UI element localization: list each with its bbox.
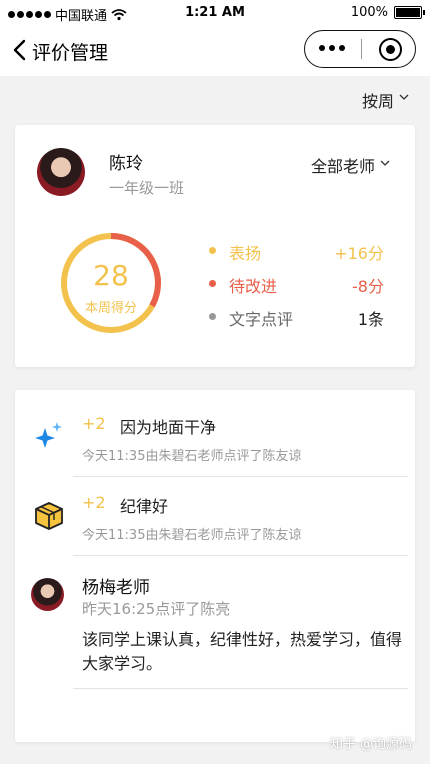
improve-dot [209, 280, 216, 287]
capsule-divider [361, 39, 362, 59]
records-card: +2 因为地面干净 今天11:35由朱碧石老师点评了陈友谅 +2 纪律好 今天1… [15, 390, 415, 742]
legend-praise: 表扬 +16分 [209, 240, 384, 263]
legend-comments: 文字点评 1条 [209, 306, 384, 329]
commenter-name: 杨梅老师 [82, 578, 150, 598]
nav-bar: 评价管理 [0, 26, 430, 76]
weekly-score-label: 本周得分 [84, 301, 137, 316]
record-meta: 今天11:35由朱碧石老师点评了陈友谅 [82, 528, 302, 543]
record-points: +2 [82, 493, 106, 512]
record-points: +2 [82, 414, 106, 433]
praise-dot [209, 247, 216, 254]
chevron-down-icon[interactable] [398, 91, 410, 103]
commenter-avatar [31, 578, 64, 611]
summary-card: 陈玲 一年级一班 全部老师 28 本周得分 表扬 +16分 待改进 -8分 文字… [15, 125, 415, 367]
watermark: 知乎 @询源码 [329, 737, 412, 752]
record-meta: 今天11:35由朱碧石老师点评了陈友谅 [82, 449, 302, 464]
teacher-name: 陈玲 [109, 154, 143, 174]
divider [73, 476, 408, 477]
cube-icon [35, 502, 63, 530]
record-reason: 因为地面干净 [120, 418, 217, 437]
improve-label: 待改进 [229, 277, 278, 296]
teacher-avatar [37, 148, 85, 196]
divider [73, 688, 408, 689]
comment-text: 该同学上课认真，纪律性好，热爱学习，值得大家学习。 [82, 630, 403, 673]
comments-dot [209, 313, 216, 320]
class-name: 一年级一班 [109, 179, 185, 197]
battery-area: 100% [350, 5, 425, 20]
chevron-down-icon[interactable] [379, 157, 391, 169]
mini-program-capsule [304, 30, 416, 68]
legend-improve: 待改进 -8分 [209, 273, 384, 296]
period-filter[interactable]: 按周 [362, 88, 394, 112]
status-bar: 中国联通 1:21 AM 100% [0, 0, 430, 26]
close-target-icon[interactable] [379, 38, 402, 61]
record-reason: 纪律好 [120, 497, 169, 516]
more-menu-icon[interactable] [319, 45, 345, 51]
teacher-filter[interactable]: 全部老师 [311, 153, 375, 177]
sparkle-icon [35, 422, 62, 448]
weekly-score: 28 [93, 259, 129, 292]
comments-label: 文字点评 [229, 310, 294, 329]
improve-value: -8分 [352, 277, 384, 296]
divider [73, 555, 408, 556]
praise-label: 表扬 [229, 244, 262, 263]
page-title: 评价管理 [32, 42, 109, 64]
praise-value: +16分 [334, 244, 384, 263]
battery-percent: 100% [350, 5, 388, 20]
comments-value: 1条 [357, 310, 384, 329]
back-arrow-icon[interactable] [10, 36, 34, 64]
battery-icon [394, 6, 425, 19]
comment-meta: 昨天16:25点评了陈亮 [82, 600, 231, 618]
